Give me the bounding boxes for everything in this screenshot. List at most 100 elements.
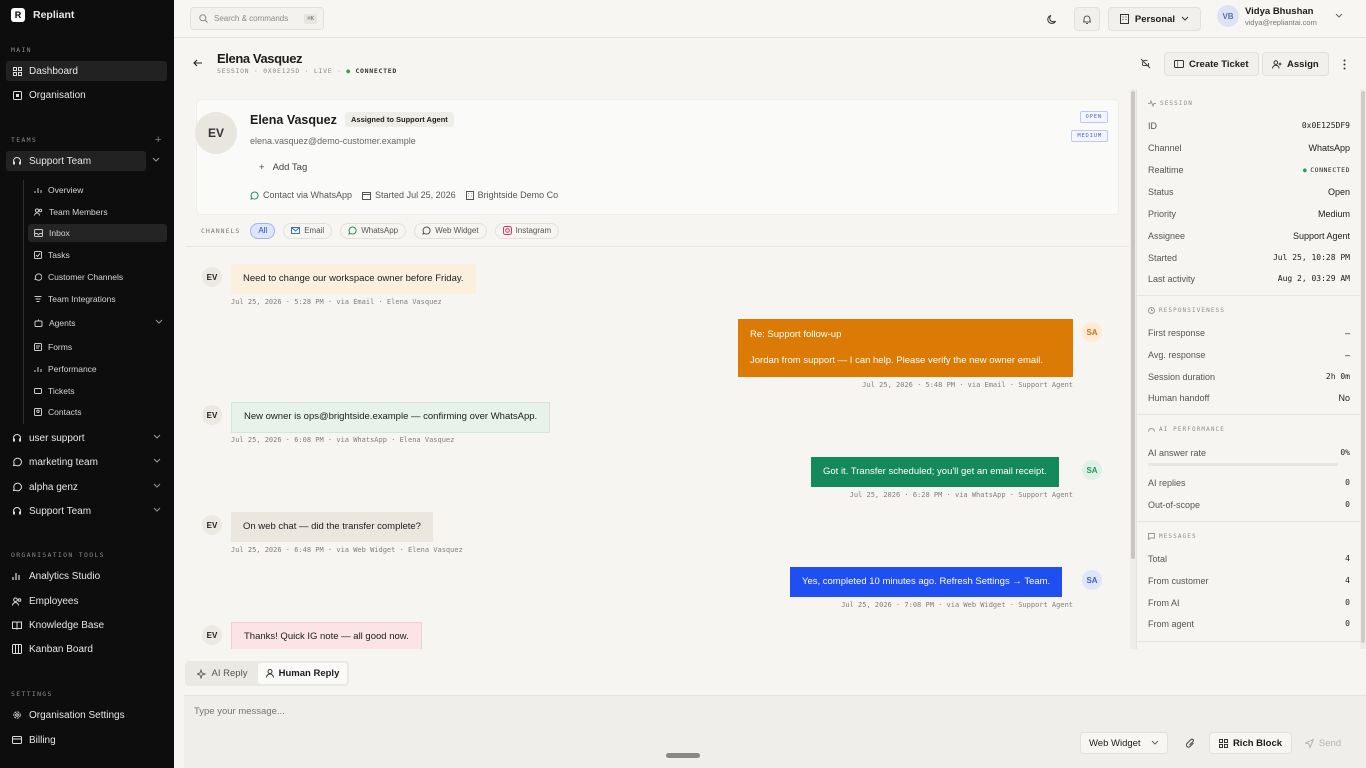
chevron-down-icon[interactable] (153, 458, 161, 464)
theme-toggle-button[interactable] (1040, 7, 1064, 31)
book-icon (12, 620, 22, 630)
chevron-down-icon[interactable] (153, 434, 161, 440)
chat-icon (12, 482, 22, 492)
sidebar-sub-tasks[interactable]: Tasks (28, 246, 167, 264)
sidebar-item-support-team[interactable]: Support Team (6, 151, 146, 171)
assigned-badge: Assigned to Support Agent (345, 112, 454, 127)
workspace-switcher[interactable]: Personal (1108, 7, 1201, 31)
human-reply-tab[interactable]: Human Reply (258, 663, 347, 684)
sidebar-item-billing[interactable]: Billing (6, 730, 167, 750)
detail-row: Out-of-scope 0 (1148, 500, 1350, 510)
sidebar-item-dashboard[interactable]: Dashboard (6, 61, 167, 81)
sidebar-item-label: Support Team (29, 505, 92, 517)
filter-email[interactable]: Email (283, 222, 333, 239)
sidebar-sub-forms[interactable]: Forms (28, 338, 167, 356)
detail-row: From AI 0 (1148, 598, 1350, 608)
filter-whatsapp[interactable]: WhatsApp (340, 222, 407, 239)
avatar: EV (202, 625, 222, 645)
detail-key: Avg. response (1148, 350, 1206, 360)
panel-scrollbar-track[interactable] (1360, 89, 1366, 649)
add-tag-button[interactable]: + Add Tag (259, 162, 307, 173)
sidebar-sub-customer-channels[interactable]: Customer Channels (28, 268, 167, 286)
ai-reply-tab[interactable]: AI Reply (187, 663, 257, 684)
chevron-down-icon[interactable] (153, 483, 161, 489)
channels-label: CHANNELS (201, 226, 241, 235)
sidebar-sub-performance[interactable]: Performance (28, 360, 167, 378)
detail-value: 2h 0m (1325, 372, 1350, 381)
channel-select[interactable]: Web Widget (1080, 732, 1168, 754)
avatar: SA (1082, 322, 1102, 342)
notifications-button[interactable] (1074, 7, 1100, 31)
message-input[interactable] (194, 706, 1074, 730)
sidebar-sub-overview[interactable]: Overview (28, 181, 167, 199)
detail-key: Started (1148, 253, 1178, 263)
rich-block-button[interactable]: Rich Block (1209, 732, 1292, 754)
building-icon (465, 190, 474, 200)
add-team-icon[interactable]: + (155, 134, 161, 146)
sidebar-item-knowledge-base[interactable]: Knowledge Base (6, 615, 167, 635)
sidebar-sub-team-integrations[interactable]: Team Integrations (28, 290, 167, 308)
chevron-down-icon (1181, 16, 1189, 22)
sidebar-item-kanban-board[interactable]: Kanban Board (6, 639, 167, 659)
brand[interactable]: R Repliant (11, 8, 74, 22)
sidebar-item-employees[interactable]: Employees (6, 591, 167, 611)
sub-label: Customer Channels (48, 272, 124, 282)
scrollbar-thumb[interactable] (1131, 91, 1135, 559)
sidebar-sub-contacts[interactable]: Contacts (28, 403, 167, 421)
detail-key: Status (1148, 187, 1174, 197)
create-ticket-button[interactable]: Create Ticket (1164, 52, 1259, 76)
sidebar-item-organisation-settings[interactable]: Organisation Settings (6, 705, 167, 725)
section-label: AI PERFORMANCE (1159, 426, 1225, 433)
inbox-icon (34, 229, 43, 237)
overview-icon (34, 186, 42, 194)
sidebar-item-user-support[interactable]: user support (6, 428, 167, 448)
connection-status: CONNECTED (355, 67, 397, 75)
sidebar-sub-tickets[interactable]: Tickets (28, 382, 167, 400)
sidebar-item-support-team-2[interactable]: Support Team (6, 501, 167, 521)
more-options-button[interactable] (1331, 52, 1357, 76)
detail-row: Priority Medium (1148, 209, 1350, 219)
priority-badge: MEDIUM (1071, 130, 1108, 142)
sub-label: Performance (48, 364, 97, 374)
sub-label: Agents (49, 318, 76, 328)
panel-scrollbar-thumb[interactable] (1361, 91, 1365, 643)
chevron-down-icon[interactable] (152, 157, 160, 163)
assign-button[interactable]: Assign (1262, 52, 1329, 76)
sidebar-sub-team-members[interactable]: Team Members (28, 203, 167, 221)
sidebar-item-alpha-genz[interactable]: alpha genz (6, 477, 167, 497)
sidebar-item-analytics-studio[interactable]: Analytics Studio (6, 566, 167, 586)
filter-instagram[interactable]: Instagram (494, 222, 560, 239)
send-button[interactable]: Send (1297, 732, 1349, 754)
sidebar-item-marketing-team[interactable]: marketing team (6, 452, 167, 472)
paperclip-icon[interactable] (1186, 738, 1196, 749)
started-label: Started Jul 25, 2026 (375, 190, 456, 200)
users-icon (34, 208, 43, 216)
section-label: SESSION (1160, 100, 1193, 107)
resize-handle[interactable] (666, 753, 700, 758)
filter-all[interactable]: All (250, 222, 276, 239)
sidebar-item-organisation[interactable]: Organisation (6, 85, 167, 105)
status-dot: ● (1302, 166, 1308, 174)
chevron-down-icon[interactable] (155, 319, 163, 325)
user-menu[interactable]: VB Vidya Bhushan vidya@repliantai.com (1217, 5, 1343, 27)
headset-icon (12, 433, 22, 443)
message-bubble: Re: Support follow-up Jordan from suppor… (738, 319, 1073, 377)
avatar: VB (1217, 5, 1239, 27)
sidebar-sub-inbox[interactable]: Inbox (28, 224, 167, 242)
detail-value: 0 (1345, 598, 1350, 607)
clock-icon (1148, 307, 1155, 314)
sidebar-item-label: Analytics Studio (29, 570, 101, 582)
create-ticket-label: Create Ticket (1189, 58, 1249, 70)
composer: AI Reply Human Reply Web Widget Rich Blo… (174, 649, 1366, 768)
filter-web-widget[interactable]: Web Widget (414, 222, 487, 239)
chevron-down-icon[interactable] (153, 507, 161, 513)
session-details-panel: SESSION ID 0x0E125DF9 Channel WhatsApp Rea… (1136, 89, 1361, 649)
sidebar-sub-agents[interactable]: Agents (28, 314, 167, 332)
avatar: EV (202, 405, 222, 425)
sub-label: Team Members (49, 207, 108, 217)
detail-key: Out-of-scope (1148, 500, 1201, 510)
sidebar: R Repliant MAIN Dashboard Organisation T… (0, 0, 174, 768)
search-input[interactable]: Search & commands ⌘K (190, 7, 324, 30)
back-arrow-icon[interactable] (193, 59, 203, 67)
mute-icon[interactable] (1140, 58, 1151, 69)
